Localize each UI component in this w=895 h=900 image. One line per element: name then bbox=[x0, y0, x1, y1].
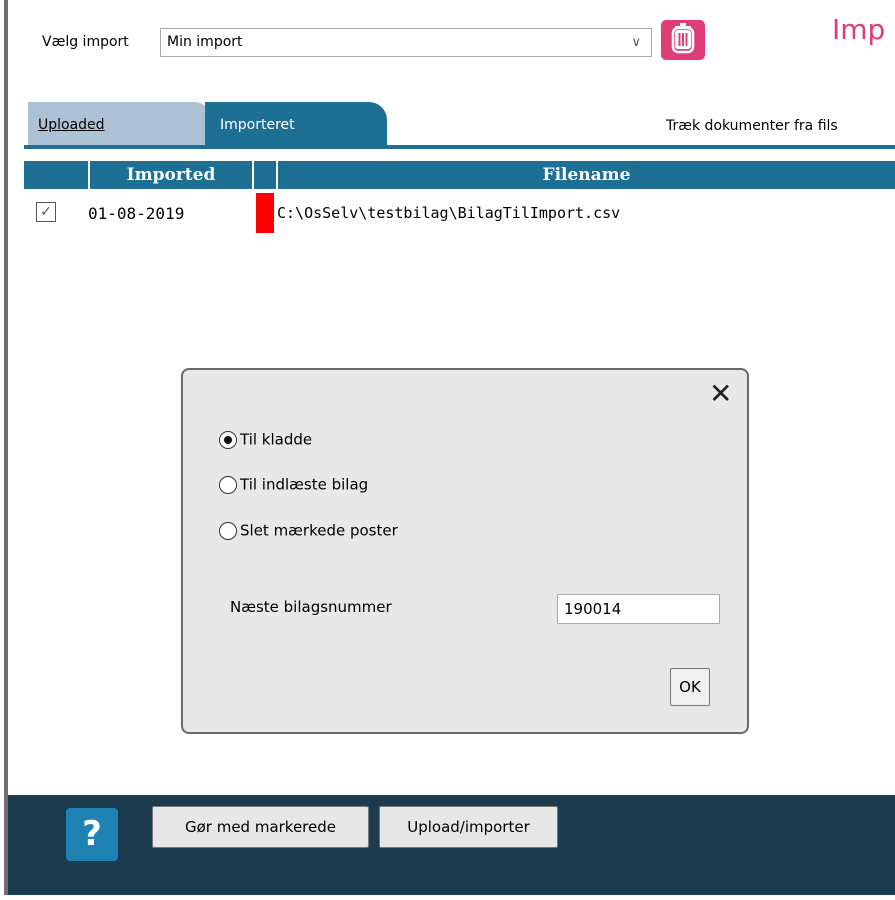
delete-import-button[interactable] bbox=[661, 20, 705, 60]
column-header-select bbox=[24, 161, 88, 189]
upload-import-button[interactable]: Upload/importer bbox=[379, 806, 558, 848]
row-filename: C:\OsSelv\testbilag\BilagTilImport.csv bbox=[277, 204, 621, 222]
option-til-kladde[interactable]: Til kladde bbox=[219, 430, 312, 449]
column-header-filename[interactable]: Filename bbox=[278, 161, 895, 189]
next-number-label: Næste bilagsnummer bbox=[230, 598, 392, 616]
row-checkbox[interactable]: ✓ bbox=[36, 202, 56, 222]
help-button[interactable]: ? bbox=[66, 808, 118, 861]
mark-action-button[interactable]: Gør med markerede bbox=[152, 806, 369, 848]
tab-bar-line bbox=[24, 145, 895, 149]
next-number-input[interactable]: 190014 bbox=[557, 594, 720, 624]
row-status-flag bbox=[256, 193, 274, 233]
close-icon[interactable]: ✕ bbox=[709, 380, 732, 408]
action-dialog: ✕ Til kladde Til indlæste bilag Slet mær… bbox=[181, 368, 749, 734]
tab-importeret-label: Importeret bbox=[220, 117, 295, 133]
footer-bar: ? Gør med markerede Upload/importer bbox=[8, 795, 895, 895]
row-imported-date: 01-08-2019 bbox=[88, 204, 185, 223]
radio-til-kladde[interactable] bbox=[219, 430, 237, 449]
option-label: Slet mærkede poster bbox=[240, 521, 398, 540]
tab-uploaded[interactable]: Uploaded bbox=[28, 102, 212, 145]
left-border bbox=[4, 0, 8, 895]
radio-til-indlaeste-bilag[interactable] bbox=[219, 475, 237, 494]
option-label: Til kladde bbox=[240, 430, 313, 449]
page-title: Imp bbox=[832, 13, 886, 46]
option-slet-maerkede-poster[interactable]: Slet mærkede poster bbox=[219, 521, 398, 540]
option-til-indlaeste-bilag[interactable]: Til indlæste bilag bbox=[219, 475, 368, 494]
import-label: Vælg import bbox=[42, 34, 129, 50]
column-header-flag bbox=[254, 161, 276, 189]
tab-importeret[interactable]: Importeret bbox=[205, 102, 387, 145]
option-label: Til indlæste bilag bbox=[240, 475, 369, 494]
import-select[interactable]: Min import ∨ bbox=[160, 28, 652, 57]
column-header-imported[interactable]: Imported bbox=[90, 161, 252, 189]
radio-slet-maerkede-poster[interactable] bbox=[219, 521, 237, 540]
import-select-value: Min import bbox=[167, 34, 243, 50]
ok-button[interactable]: OK bbox=[670, 668, 710, 706]
chevron-down-icon: ∨ bbox=[631, 35, 641, 50]
trash-icon bbox=[671, 23, 695, 54]
tab-uploaded-label: Uploaded bbox=[38, 117, 105, 133]
drag-hint: Træk dokumenter fra fils bbox=[666, 118, 838, 134]
